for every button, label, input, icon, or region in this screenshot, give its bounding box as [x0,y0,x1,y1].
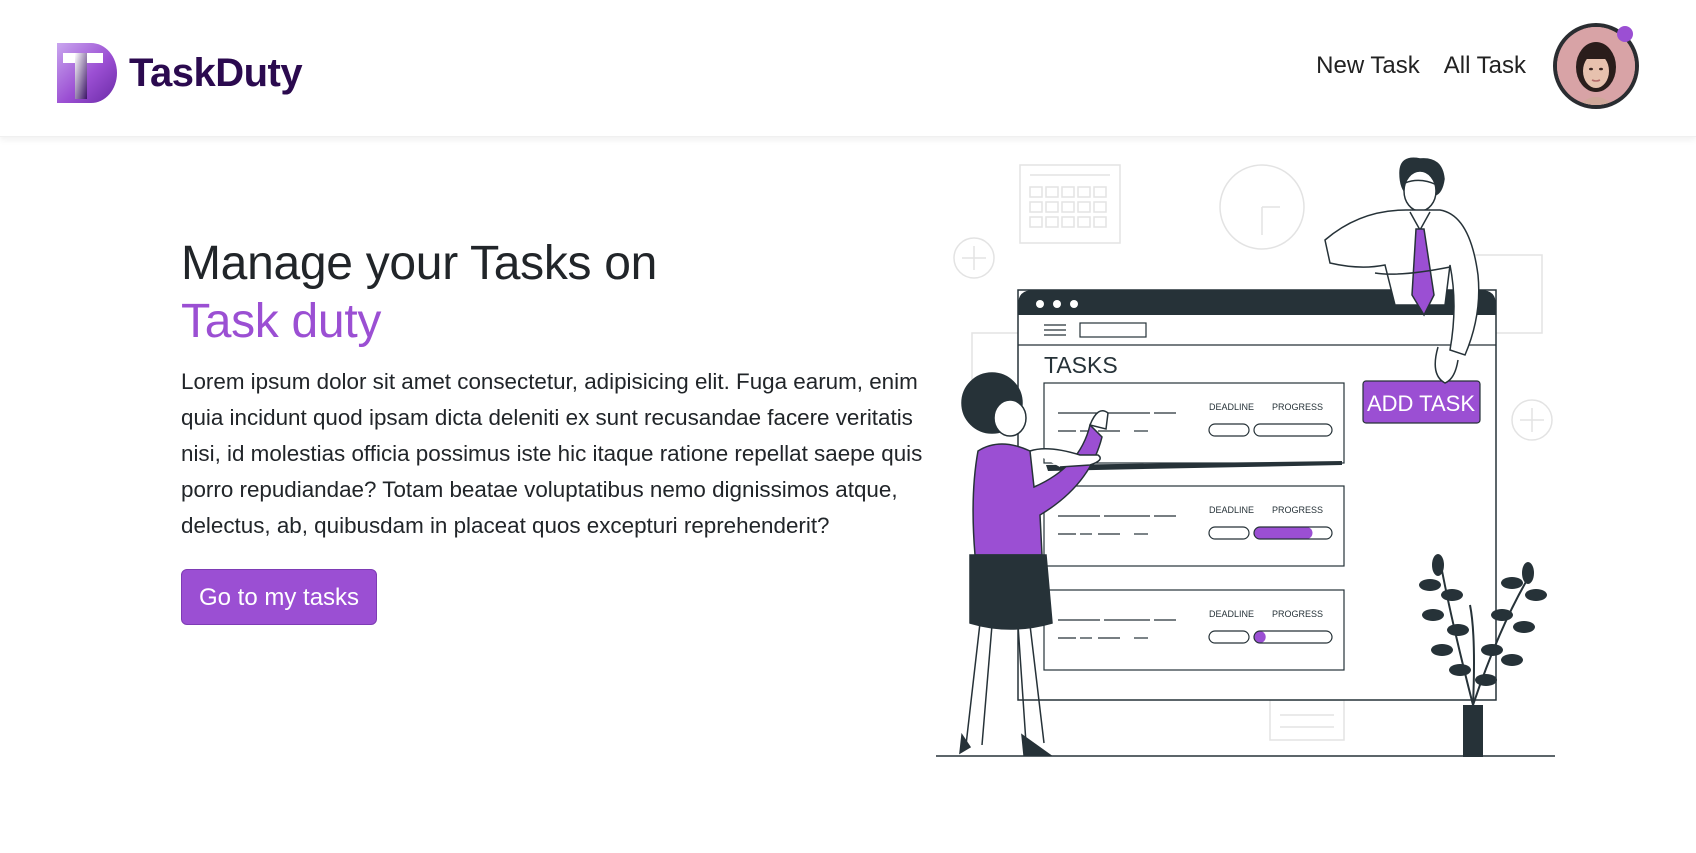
add-task-label: ADD TASK [1367,391,1475,416]
notification-dot [1617,26,1633,42]
brand[interactable]: TaskDuty [57,43,303,103]
deadline-pill [1208,526,1250,540]
deadline-label: DEADLINE [1209,402,1254,412]
progress-label: PROGRESS [1272,402,1323,412]
navbar: TaskDuty New Task All Task [0,0,1696,137]
progress-label: PROGRESS [1272,609,1323,619]
board-title: TASKS [1044,352,1118,378]
task-card: DEADLINE PROGRESS [1043,589,1345,671]
deadline-pill [1208,630,1250,644]
nav-new-task[interactable]: New Task [1316,52,1420,80]
brand-name: TaskDuty [129,50,303,95]
nav-all-task[interactable]: All Task [1444,52,1526,80]
hero-title-line1: Manage your Tasks on [181,237,658,290]
taskduty-logo-icon [57,43,117,103]
progress-fill [1254,527,1313,539]
hero-section: Manage your Tasks on Task duty Lorem ips… [181,235,931,625]
go-to-tasks-button[interactable]: Go to my tasks [181,569,378,625]
deadline-label: DEADLINE [1209,609,1254,619]
progress-label: PROGRESS [1272,505,1323,515]
hero-description: Lorem ipsum dolor sit amet consectetur, … [181,369,923,538]
hero-title-accent: Task duty [181,295,382,348]
deadline-label: DEADLINE [1209,505,1254,515]
main-nav: New Task All Task [1316,52,1526,80]
deadline-pill [1208,423,1250,437]
task-card: DEADLINE PROGRESS [1043,485,1345,567]
add-task-graphic: ADD TASK [1362,380,1481,424]
hero-illustration: TASKS DEADLINE PROGRESSDEADLINE PROGRESSDE… [936,157,1555,757]
hero-title: Manage your Tasks on Task duty [181,235,931,351]
